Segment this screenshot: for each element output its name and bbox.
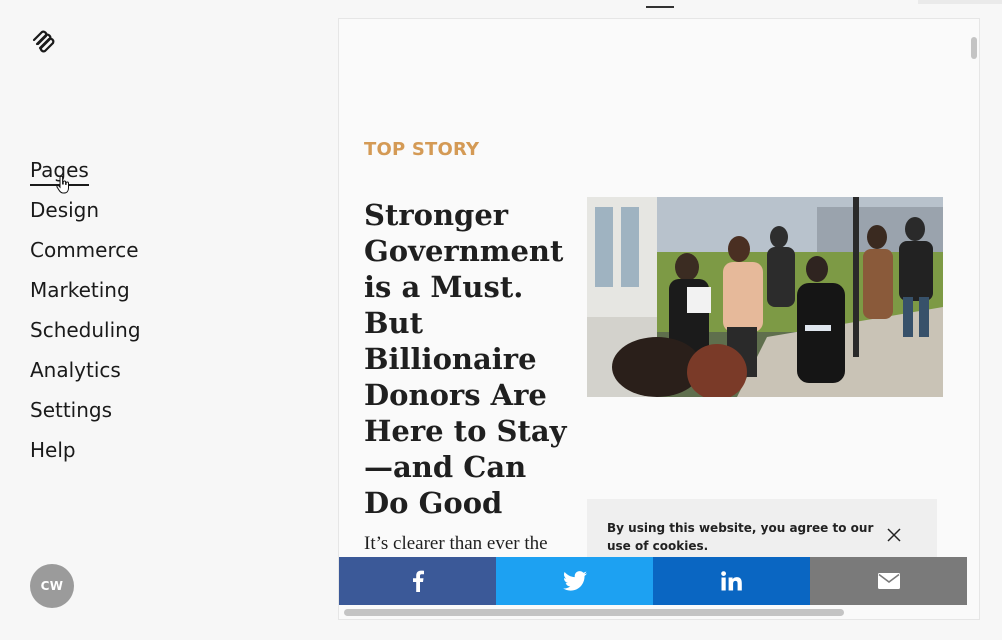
facebook-icon <box>412 570 424 592</box>
close-icon[interactable] <box>886 527 902 543</box>
sidebar-item-marketing[interactable]: Marketing <box>30 276 141 316</box>
sidebar-item-label: Settings <box>30 398 113 422</box>
horizontal-scrollbar[interactable] <box>344 609 844 616</box>
sidebar-item-pages[interactable]: Pages <box>30 156 141 196</box>
linkedin-icon <box>720 571 742 591</box>
sidebar-item-label: Analytics <box>30 358 121 382</box>
cookie-notice-text: By using this website, you agree to our … <box>607 521 874 553</box>
sidebar-item-label: Help <box>30 438 76 462</box>
sidebar-item-label: Commerce <box>30 238 139 262</box>
share-linkedin-button[interactable] <box>653 557 810 605</box>
squarespace-logo-icon[interactable] <box>28 26 60 58</box>
vertical-scrollbar[interactable] <box>971 37 977 59</box>
article-dek: It’s clearer than ever the <box>364 533 548 554</box>
sidebar-item-settings[interactable]: Settings <box>30 396 141 436</box>
top-story-kicker: TOP STORY <box>364 139 480 160</box>
share-email-button[interactable] <box>810 557 967 605</box>
corner-shadow <box>918 0 1002 4</box>
sidebar-item-analytics[interactable]: Analytics <box>30 356 141 396</box>
email-icon <box>877 573 900 589</box>
sidebar-item-help[interactable]: Help <box>30 436 141 476</box>
cookie-banner: By using this website, you agree to our … <box>587 499 937 559</box>
sidebar-item-scheduling[interactable]: Scheduling <box>30 316 141 356</box>
sidebar-item-commerce[interactable]: Commerce <box>30 236 141 276</box>
sidebar-item-design[interactable]: Design <box>30 196 141 236</box>
twitter-icon <box>562 571 587 591</box>
share-facebook-button[interactable] <box>339 557 496 605</box>
sidebar-item-label: Design <box>30 198 100 222</box>
hand-pointer-icon <box>56 176 69 194</box>
avatar[interactable]: CW <box>30 564 74 608</box>
share-bar <box>339 557 967 605</box>
sidebar-item-label: Scheduling <box>30 318 141 342</box>
sidebar-item-label: Marketing <box>30 278 130 302</box>
article-headline[interactable]: Stronger Government is a Must. But Billi… <box>364 197 574 521</box>
article-photo[interactable] <box>587 197 943 397</box>
site-preview-frame: TOP STORY Stronger Government is a Must.… <box>338 18 980 620</box>
sidebar-nav: Pages Design Commerce Marketing Scheduli… <box>30 156 141 476</box>
panel-drag-handle[interactable] <box>646 6 674 8</box>
share-twitter-button[interactable] <box>496 557 653 605</box>
